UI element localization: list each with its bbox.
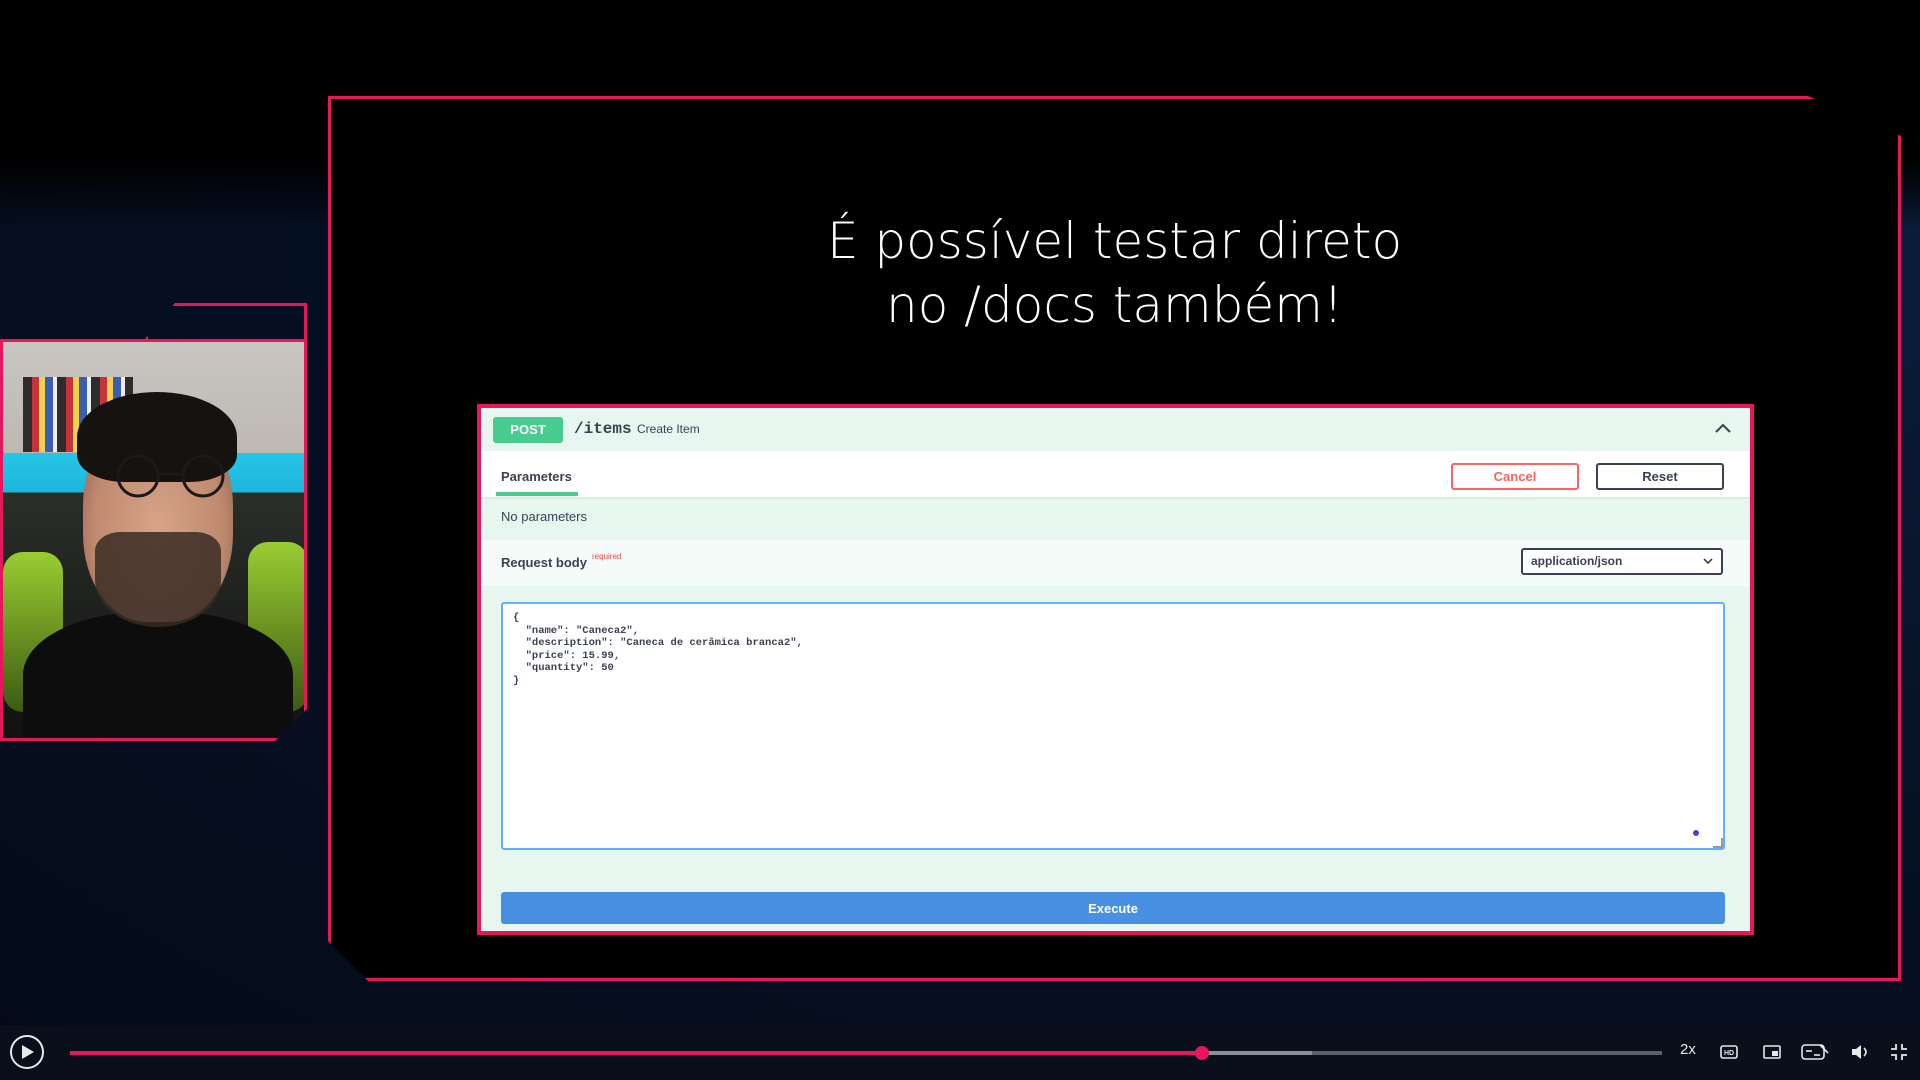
fullscreen-exit-icon[interactable] [1888, 1041, 1910, 1063]
reset-button[interactable]: Reset [1596, 463, 1724, 490]
playback-speed-button[interactable]: 2x [1680, 1041, 1696, 1058]
svg-text:HD: HD [1724, 1050, 1734, 1057]
volume-icon[interactable] [1849, 1041, 1871, 1063]
execute-button[interactable]: Execute [501, 892, 1725, 924]
presenter-shirt [23, 612, 293, 738]
hd-icon[interactable]: HD [1718, 1041, 1740, 1063]
glasses-icon [116, 454, 225, 498]
swagger-operation-panel: POST /items Create Item Parameters Cance… [477, 404, 1754, 935]
slide-title-line-2: no /docs também! [886, 276, 1343, 334]
slide-title: É possível testar direto no /docs também… [331, 209, 1898, 337]
tab-parameters-underline [496, 492, 578, 496]
play-icon [22, 1045, 34, 1059]
chevron-up-icon[interactable] [1712, 418, 1734, 440]
presenter-beard [95, 532, 221, 627]
slide-title-line-1: É possível testar direto [826, 212, 1403, 270]
webcam-frame-tab [145, 303, 307, 339]
operation-header[interactable]: POST /items Create Item [481, 408, 1750, 452]
no-parameters-text: No parameters [501, 509, 587, 524]
subtitles-icon[interactable] [1800, 1041, 1830, 1063]
required-badge: required [592, 552, 622, 561]
content-type-select[interactable]: application/json [1521, 548, 1723, 575]
request-body-editor[interactable]: { "name": "Caneca2", "description": "Can… [501, 602, 1725, 850]
progress-knob[interactable] [1194, 1046, 1209, 1060]
play-button[interactable] [10, 1035, 44, 1069]
content-type-value: application/json [1531, 554, 1623, 568]
cancel-button[interactable]: Cancel [1451, 463, 1579, 490]
progress-track[interactable] [70, 1046, 1662, 1060]
request-body-label: Request body [501, 555, 587, 570]
played-bar [70, 1051, 1202, 1055]
endpoint-summary: Create Item [637, 422, 700, 436]
parameters-bar: Parameters Cancel Reset [481, 451, 1750, 497]
endpoint-path: /items [574, 420, 632, 438]
picture-in-picture-icon[interactable] [1761, 1041, 1783, 1063]
chevron-down-icon [1703, 558, 1713, 565]
method-badge: POST [493, 417, 563, 443]
webcam-feed [0, 339, 307, 741]
tab-parameters[interactable]: Parameters [501, 469, 572, 484]
